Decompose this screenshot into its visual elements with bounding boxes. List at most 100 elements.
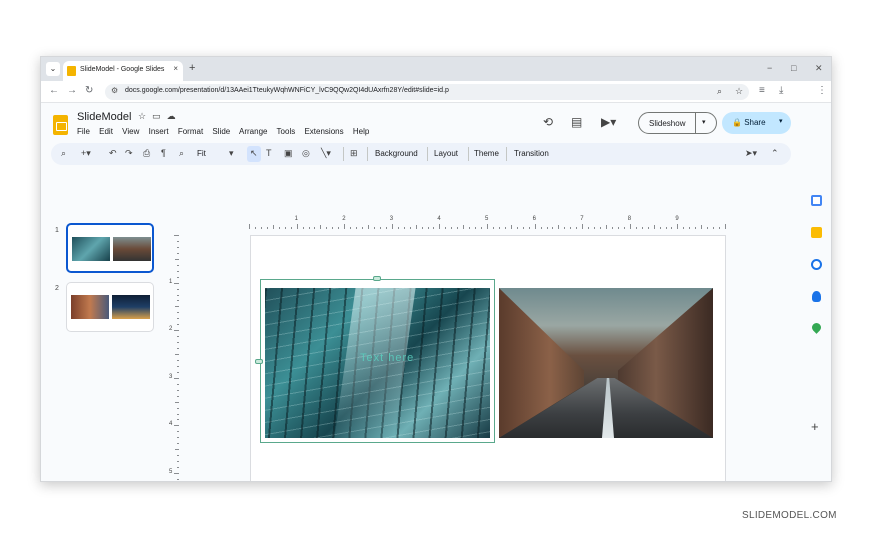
shape-icon[interactable]: ◎ (302, 148, 310, 159)
new-tab-button[interactable]: + (189, 62, 195, 74)
ruler-tick (433, 227, 435, 229)
new-slide-icon[interactable]: +▾ (81, 148, 91, 159)
pointer-mode-icon[interactable]: ➤▾ (745, 148, 757, 159)
close-window-button[interactable]: ✕ (815, 63, 823, 74)
ruler-tick (175, 306, 179, 308)
share-button[interactable]: 🔒 Share ▾ (722, 112, 791, 134)
collapse-toolbar-icon[interactable]: ⌃ (771, 148, 779, 159)
menu-format[interactable]: Format (178, 127, 203, 136)
text-box-icon[interactable]: T (266, 148, 272, 158)
minimize-button[interactable]: − (767, 63, 772, 73)
ruler-tick (635, 227, 637, 229)
slide-thumbnail-2[interactable] (66, 282, 154, 332)
tasks-addon-icon[interactable] (811, 259, 822, 270)
ruler-tick (174, 377, 179, 379)
search-menus-icon[interactable]: ⌕ (61, 148, 66, 159)
bookmark-star-icon[interactable]: ☆ (735, 86, 743, 97)
menu-edit[interactable]: Edit (99, 127, 113, 136)
layout-button[interactable]: Layout (434, 149, 458, 158)
menu-insert[interactable]: Insert (149, 127, 169, 136)
print-icon[interactable]: ⎙ (143, 148, 150, 159)
ruler-tick (701, 225, 703, 229)
slides-logo-icon[interactable] (53, 115, 68, 135)
redo-icon[interactable]: ↷ (125, 148, 133, 159)
meet-camera-icon[interactable]: ▶▾ (601, 115, 616, 129)
ruler-tick (177, 318, 179, 320)
ruler-label: 7 (580, 216, 584, 222)
ruler-tick (504, 227, 506, 229)
ruler-tick (177, 324, 179, 326)
browser-tab[interactable]: SlideModel - Google Slides × (63, 61, 183, 81)
tab-strip: ⌄ SlideModel - Google Slides × + − □ ✕ (41, 57, 831, 81)
theme-button[interactable]: Theme (474, 149, 499, 158)
reload-icon[interactable]: ↻ (85, 85, 93, 96)
maps-addon-icon[interactable] (810, 321, 823, 334)
slide-thumbnail-1[interactable] (66, 223, 154, 273)
menu-file[interactable]: File (77, 127, 90, 136)
menu-view[interactable]: View (122, 127, 139, 136)
zoom-dropdown-icon[interactable]: ▾ (229, 148, 234, 159)
tab-close-icon[interactable]: × (173, 64, 178, 73)
menu-help[interactable]: Help (353, 127, 369, 136)
line-icon[interactable]: ╲▾ (321, 148, 331, 159)
contacts-addon-icon[interactable] (812, 291, 821, 302)
get-addons-icon[interactable]: + (811, 419, 819, 434)
ruler-tick (175, 354, 179, 355)
ruler-tick (177, 288, 179, 290)
move-folder-icon[interactable]: ▭ (152, 111, 167, 121)
site-info-icon[interactable]: ⚙ (111, 86, 118, 95)
maximize-button[interactable]: □ (791, 63, 796, 73)
background-button[interactable]: Background (375, 149, 418, 158)
menu-extensions[interactable]: Extensions (304, 127, 343, 136)
resize-handle-left[interactable] (255, 359, 263, 364)
ruler-label: 2 (169, 326, 173, 333)
ruler-tick (177, 455, 179, 457)
star-icon[interactable]: ☆ (138, 111, 152, 121)
comments-icon[interactable]: ▤ (571, 115, 582, 129)
ruler-tick (177, 395, 179, 397)
building-image[interactable]: Text here (265, 288, 490, 438)
media-control-icon[interactable]: ≡ (759, 85, 765, 96)
zoom-icon[interactable]: ⌕ (717, 86, 722, 97)
calendar-addon-icon[interactable] (811, 195, 822, 206)
undo-icon[interactable]: ↶ (109, 148, 117, 159)
menu-slide[interactable]: Slide (212, 127, 230, 136)
version-history-icon[interactable]: ⟲ (543, 115, 553, 129)
cloud-status-icon[interactable]: ☁ (167, 111, 182, 121)
slideshow-button[interactable]: Slideshow ▾ (638, 112, 717, 134)
tab-search-button[interactable]: ⌄ (46, 62, 60, 76)
ruler-tick (249, 224, 250, 229)
ruler-tick (481, 227, 483, 229)
ruler-tick (445, 227, 447, 229)
ruler-tick (552, 227, 554, 229)
share-dropdown-icon[interactable]: ▾ (779, 117, 783, 125)
ruler-label: 1 (294, 216, 298, 222)
select-cursor-icon[interactable]: ↖ (250, 148, 258, 159)
ruler-tick (570, 227, 572, 229)
zoom-select[interactable]: Fit (197, 149, 206, 158)
back-icon[interactable]: ← (49, 85, 59, 96)
address-bar[interactable]: ⚙ docs.google.com/presentation/d/13AAei1… (105, 84, 749, 100)
ruler-tick (177, 371, 179, 373)
ruler-tick (314, 227, 316, 229)
browser-menu-icon[interactable]: ⋮ (817, 85, 827, 96)
menu-arrange[interactable]: Arrange (239, 127, 267, 136)
add-comment-icon[interactable]: ⊞ (350, 148, 358, 159)
street-image[interactable] (499, 288, 713, 438)
forward-icon[interactable]: → (67, 85, 77, 96)
ruler-tick (260, 227, 262, 229)
menu-tools[interactable]: Tools (277, 127, 296, 136)
document-title[interactable]: SlideModel (77, 111, 131, 123)
transition-button[interactable]: Transition (514, 149, 549, 158)
zoom-icon[interactable]: ⌕ (179, 148, 184, 159)
paint-format-icon[interactable]: ¶ (161, 148, 166, 158)
rotate-handle[interactable] (373, 276, 381, 281)
slideshow-dropdown-icon[interactable]: ▾ (702, 118, 706, 126)
keep-addon-icon[interactable] (811, 227, 822, 238)
slide-number: 2 (55, 285, 59, 292)
ruler-tick (534, 224, 536, 229)
download-icon[interactable]: ⤓ (779, 85, 783, 96)
insert-image-icon[interactable]: ▣ (284, 148, 293, 159)
slide-canvas[interactable]: Text here (250, 235, 726, 481)
slide-filmstrip: 1 2 ⊞ ‹ (41, 165, 167, 481)
